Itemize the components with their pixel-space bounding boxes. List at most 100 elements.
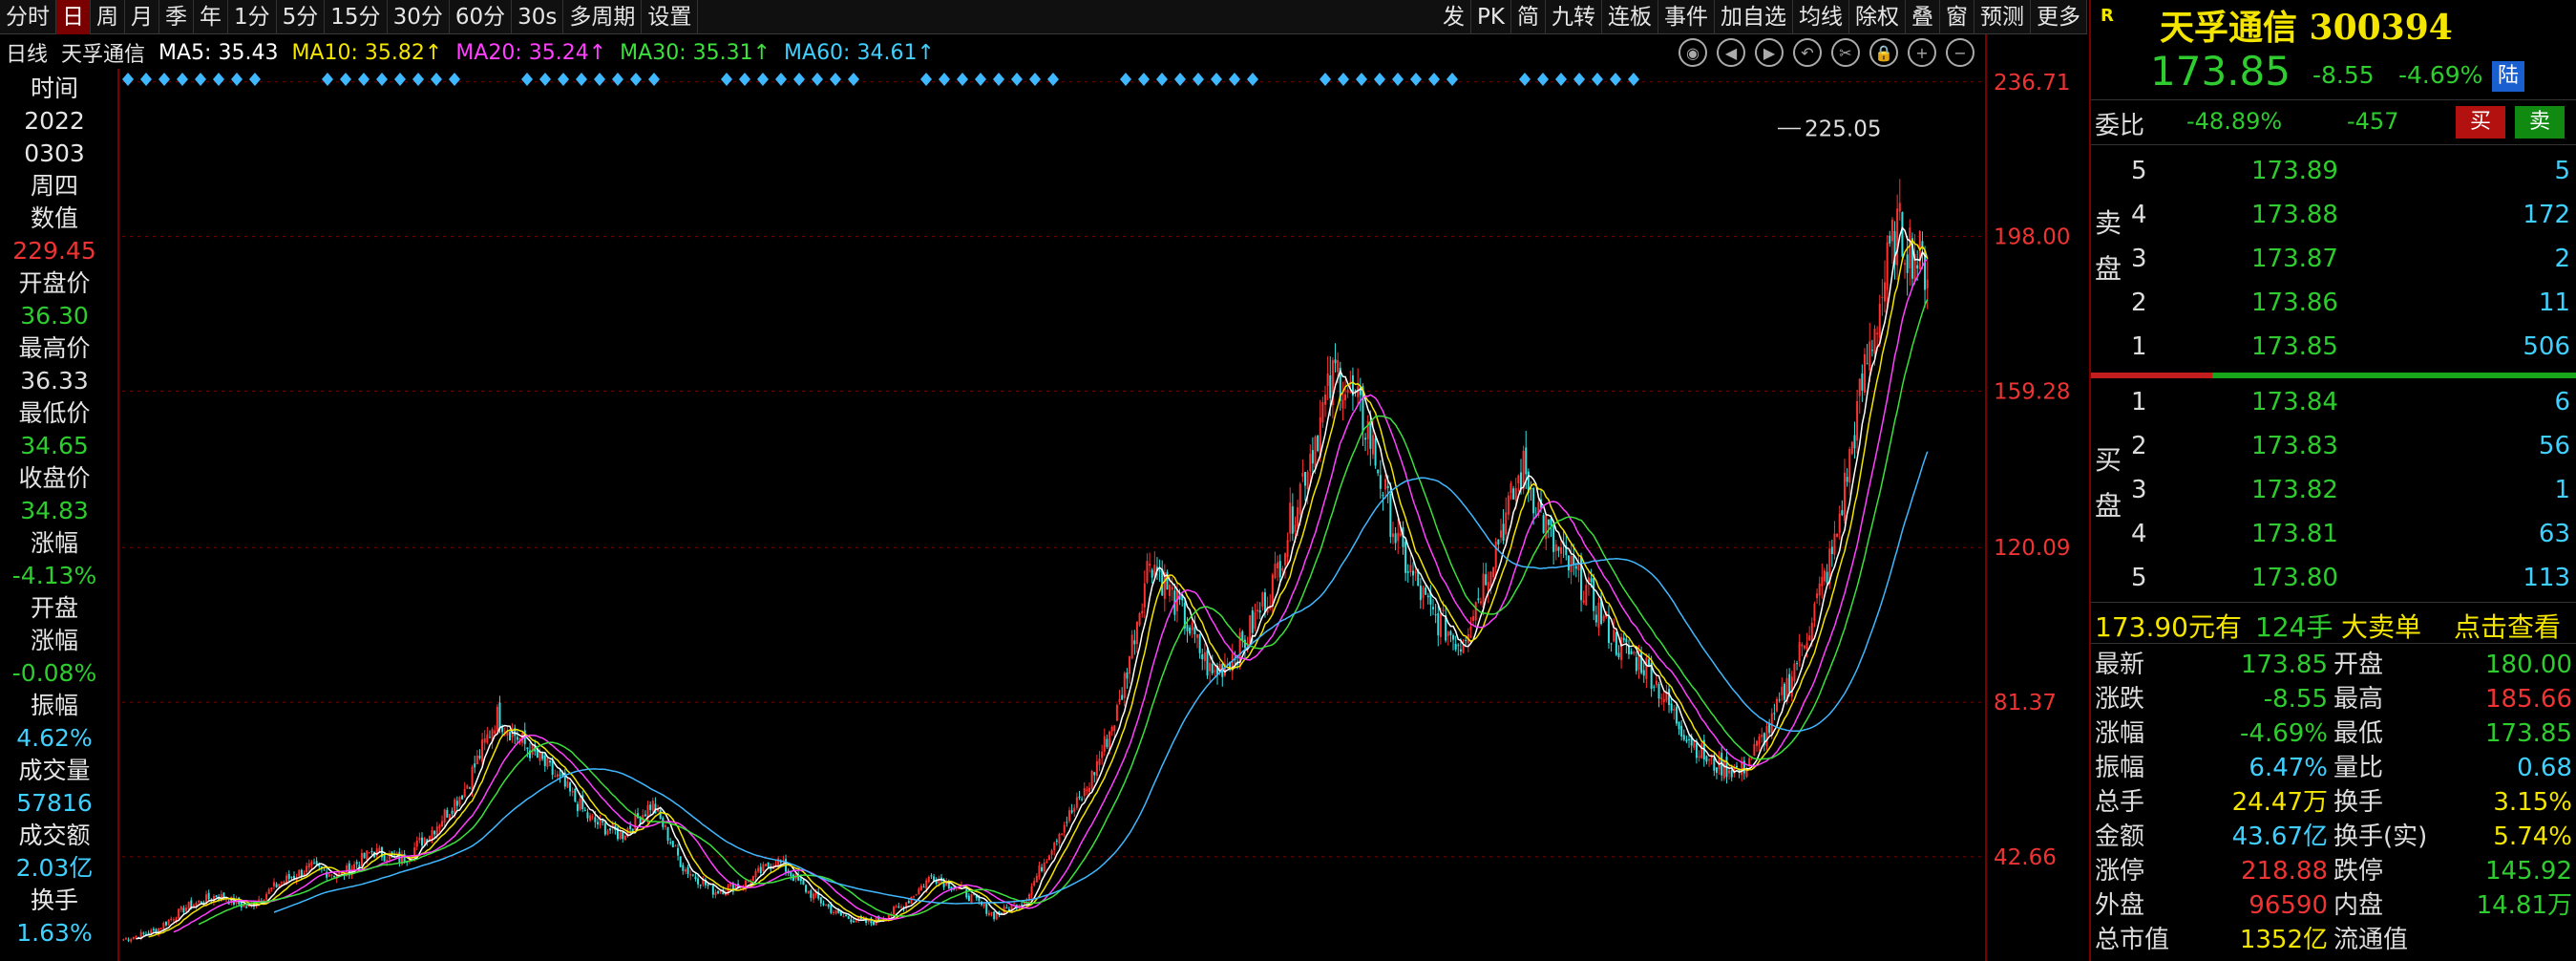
tool-button-12[interactable]: 更多 (2031, 0, 2087, 34)
stat-label: 金额 (2095, 822, 2145, 851)
candle-body (765, 864, 768, 866)
period-tab-3[interactable]: 月 (125, 0, 159, 34)
stock-name[interactable]: 天孚通信 (61, 37, 145, 68)
prev-icon[interactable]: ◀ (1717, 38, 1745, 67)
ask-row[interactable]: 5 173.89 5 (2091, 149, 2576, 193)
candle-body (982, 903, 985, 908)
candle-body (122, 939, 125, 941)
tool-button-6[interactable]: 加自选 (1715, 0, 1793, 34)
bid-row[interactable]: 4 173.81 63 (2091, 512, 2576, 556)
stat-row: 涨停 218.88 跌停 145.92 (2091, 854, 2576, 888)
candle-body (1640, 651, 1643, 673)
tool-button-9[interactable]: 叠 (1906, 0, 1940, 34)
candle-body (913, 896, 916, 898)
candle-body (135, 935, 137, 938)
candle-body (423, 838, 426, 844)
period-tab-6[interactable]: 1分 (228, 0, 277, 34)
period-tab-11[interactable]: 30s (512, 0, 564, 34)
candle-body (1773, 713, 1776, 715)
ask-row[interactable]: 3 173.87 2 (2091, 237, 2576, 281)
candle-body (1808, 635, 1811, 641)
candle-body (1389, 493, 1392, 537)
candle-body (1906, 254, 1909, 273)
event-marker (1392, 73, 1404, 86)
tool-button-7[interactable]: 均线 (1793, 0, 1849, 34)
candle-body (556, 774, 559, 778)
tool-button-4[interactable]: 连板 (1602, 0, 1658, 34)
play-icon[interactable]: ▶ (1755, 38, 1784, 67)
price: 173.87 (2251, 245, 2338, 273)
tool-button-0[interactable]: 发 (1437, 0, 1472, 34)
candle-body (549, 760, 552, 763)
candle-body (1850, 441, 1853, 455)
stat-row: 总手 24.47万 换手 3.15% (2091, 785, 2576, 820)
event-marker (1320, 73, 1331, 86)
low-value: 34.65 (20, 432, 89, 459)
candle-body (1801, 644, 1804, 647)
tool-button-3[interactable]: 九转 (1546, 0, 1602, 34)
scissors-icon[interactable]: ✂ (1831, 38, 1860, 67)
sell-button[interactable]: 卖 (2515, 106, 2565, 139)
buy-button[interactable]: 买 (2456, 106, 2505, 139)
candle-body (873, 921, 876, 926)
quote-price: 173.85 (2150, 48, 2291, 95)
period-tab-9[interactable]: 30分 (388, 0, 450, 34)
candle-body (602, 821, 604, 822)
high-value: 36.33 (20, 367, 89, 395)
period-tab-8[interactable]: 15分 (325, 0, 388, 34)
volume: 1 (2554, 476, 2570, 504)
period-tab-7[interactable]: 5分 (277, 0, 326, 34)
big-hand: 124手 (2255, 611, 2333, 643)
candle-body (1497, 539, 1500, 545)
stat-label: 换手 (2333, 788, 2384, 817)
period-tab-1[interactable]: 日 (56, 0, 91, 34)
period-tab-10[interactable]: 60分 (450, 0, 513, 34)
candle-body (1169, 585, 1172, 596)
bid-row[interactable]: 1 173.84 6 (2091, 380, 2576, 424)
bid-row[interactable]: 5 173.80 113 (2091, 556, 2576, 600)
big-link[interactable]: 点击查看 (2454, 607, 2561, 645)
candle-body (428, 836, 431, 841)
kline-chart[interactable]: 236.71 198.00 159.28 120.09 81.37 42.66 225.0… (0, 0, 2089, 961)
ma30-line (198, 299, 1929, 926)
candle-body (751, 875, 754, 882)
zoom-in-icon[interactable]: + (1908, 38, 1936, 67)
candle-body (1768, 723, 1771, 734)
candle-body (421, 837, 424, 846)
lock-icon[interactable]: 🔒 (1869, 38, 1898, 67)
tool-button-8[interactable]: 除权 (1849, 0, 1906, 34)
bid-row[interactable]: 2 173.83 56 (2091, 424, 2576, 468)
candle-body (1294, 524, 1297, 533)
candle-body (1695, 742, 1698, 758)
candle-body (967, 895, 970, 902)
big-order-row: 173.90元有 124手 大卖单 点击查看 (2091, 602, 2576, 644)
peak-label: 225.05 (1805, 117, 1881, 141)
candle-body (1041, 866, 1044, 871)
tool-button-2[interactable]: 简 (1511, 0, 1546, 34)
candle-body (1675, 706, 1678, 724)
period-tab-5[interactable]: 年 (194, 0, 228, 34)
tool-button-5[interactable]: 事件 (1658, 0, 1715, 34)
candle-body (664, 825, 666, 827)
undo-icon[interactable]: ↶ (1793, 38, 1822, 67)
eye-icon[interactable]: ◉ (1679, 38, 1707, 67)
ask-row[interactable]: 2 173.86 11 (2091, 281, 2576, 325)
period-tab-0[interactable]: 分时 (0, 0, 56, 34)
ask-row[interactable]: 4 173.88 172 (2091, 193, 2576, 237)
candle-body (1171, 587, 1173, 590)
zoom-out-icon[interactable]: − (1946, 38, 1974, 67)
stat-label: 涨跌 (2095, 685, 2145, 714)
tool-button-10[interactable]: 窗 (1940, 0, 1974, 34)
period-tab-13[interactable]: 设置 (642, 0, 699, 34)
candle-body (1866, 363, 1869, 365)
ask-row[interactable]: 1 173.85 506 (2091, 325, 2576, 369)
period-tab-12[interactable]: 多周期 (563, 0, 643, 34)
period-tab-2[interactable]: 周 (91, 0, 125, 34)
period-tab-4[interactable]: 季 (159, 0, 194, 34)
candle-body (1426, 595, 1429, 598)
tool-button-11[interactable]: 预测 (1974, 0, 2031, 34)
candle-body (682, 865, 685, 871)
tool-button-1[interactable]: PK (1471, 0, 1511, 34)
candle-body (589, 815, 592, 822)
bid-row[interactable]: 3 173.82 1 (2091, 468, 2576, 512)
